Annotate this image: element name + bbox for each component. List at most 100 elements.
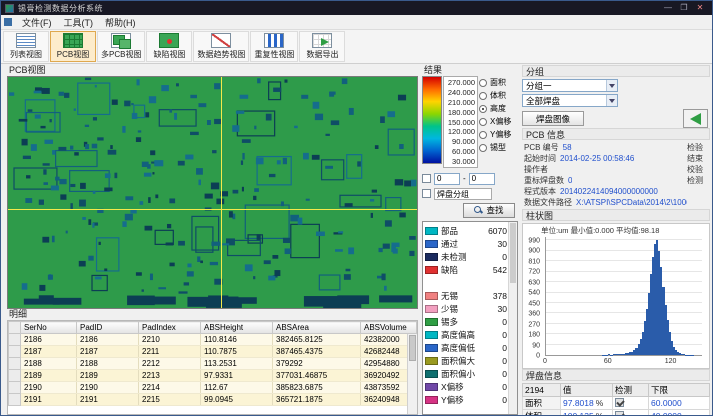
list-item[interactable]: X偏移 0 <box>425 380 507 393</box>
list-item[interactable]: 无锡 378 <box>425 289 507 302</box>
chevron-down-icon[interactable] <box>606 80 617 91</box>
list-item[interactable]: 部品 6070 <box>425 224 507 237</box>
toolbar: 列表视图 PCB视图 多PCB视图 缺陷视图 数据趋势视图 <box>1 30 712 64</box>
list-item[interactable]: 通过 30 <box>425 237 507 250</box>
table-row[interactable]: 2191 2191 2215 99.0945 365721.1875 36240… <box>9 394 417 406</box>
info-value: 0 <box>568 176 572 185</box>
metric-radio-option[interactable]: Y偏移 <box>479 129 518 140</box>
detail-scrollbar-thumb[interactable] <box>409 335 416 361</box>
multi-pcb-view-icon <box>111 33 131 48</box>
pad-filter-combo[interactable]: 全部焊盘 <box>522 94 618 107</box>
toolbar-button[interactable]: 数据导出 <box>299 31 345 62</box>
category-label: 部品 <box>441 225 458 237</box>
minimize-button[interactable]: — <box>660 2 676 14</box>
metric-radio-option[interactable]: 面积 <box>479 77 518 88</box>
detail-column-header[interactable]: ABSHeight <box>201 322 273 334</box>
counter-scrollbar[interactable] <box>508 222 517 414</box>
scale-value: 90.000 <box>446 137 475 146</box>
info-label: 重标焊盘数 <box>524 175 564 186</box>
toolbar-button[interactable]: 缺陷视图 <box>146 31 192 62</box>
list-item[interactable]: 高度偏低 0 <box>425 341 507 354</box>
table-row[interactable]: 2190 2190 2214 112.67 385823.6875 438735… <box>9 382 417 394</box>
detail-column-header[interactable]: ABSArea <box>273 322 361 334</box>
info-value: 2014022414094000000000 <box>560 187 658 196</box>
category-color-swatch <box>425 331 438 339</box>
row-selector[interactable] <box>9 382 21 394</box>
toolbar-button[interactable]: 列表视图 <box>3 31 49 62</box>
category-count: 30 <box>498 304 507 314</box>
toolbar-button[interactable]: 数据趋势视图 <box>193 31 249 62</box>
detail-column-header[interactable]: SerNo <box>21 322 77 334</box>
pad-info-col-limit: 下限 <box>649 384 710 397</box>
pad-metric-value: 100.135 <box>563 411 594 415</box>
toolbar-button[interactable]: PCB视图 <box>50 31 96 62</box>
metric-radio-option[interactable]: X偏移 <box>479 116 518 127</box>
metric-radio-option[interactable]: 体积 <box>479 90 518 101</box>
radio-icon[interactable] <box>479 144 487 152</box>
table-row[interactable]: 2188 2188 2212 113.2531 379292 42954880 <box>9 358 417 370</box>
radio-icon[interactable] <box>479 92 487 100</box>
radio-icon[interactable] <box>479 79 487 87</box>
pad-group-checkbox[interactable] <box>422 189 431 198</box>
list-item[interactable]: 未检测 0 <box>425 250 507 263</box>
metric-radio-option[interactable]: 锡型 <box>479 142 518 153</box>
group-combo-value: 分组一 <box>526 80 552 92</box>
pad-metric-name: 面积 <box>523 397 561 410</box>
pcb-canvas[interactable] <box>7 76 418 309</box>
metric-label: X偏移 <box>490 116 511 127</box>
category-label: 面积偏大 <box>441 355 475 367</box>
detail-column-header[interactable]: ABSVolume <box>361 322 417 334</box>
table-row[interactable]: 2186 2186 2210 110.8146 382465.8125 4238… <box>9 334 417 346</box>
list-item[interactable] <box>425 276 507 289</box>
category-label: 高度偏低 <box>441 342 475 354</box>
detail-column-header[interactable]: PadIndex <box>139 322 201 334</box>
metric-radio-option[interactable]: 高度 <box>479 103 518 114</box>
pad-image-button[interactable]: 焊盘图像 <box>522 111 584 126</box>
previous-pad-button[interactable] <box>683 109 708 128</box>
arrow-left-icon <box>690 113 701 125</box>
pad-check-checkbox[interactable] <box>615 411 624 416</box>
row-selector[interactable] <box>9 370 21 382</box>
list-item[interactable]: 缺陷 542 <box>425 263 507 276</box>
cell-absheight: 112.67 <box>201 382 273 394</box>
find-button[interactable]: 查找 <box>463 203 515 218</box>
list-item[interactable]: 面积偏大 0 <box>425 354 507 367</box>
menu-item[interactable]: 工具(T) <box>58 15 100 30</box>
detail-column-header[interactable]: PadID <box>77 322 139 334</box>
cell-padindex: 2210 <box>139 334 201 346</box>
row-selector[interactable] <box>9 334 21 346</box>
chevron-down-icon[interactable] <box>606 95 617 106</box>
detail-table: SerNoPadIDPadIndexABSHeightABSAreaABSVol… <box>7 320 418 415</box>
list-item[interactable]: 面积偏小 0 <box>425 367 507 380</box>
list-item[interactable]: 锡多 0 <box>425 315 507 328</box>
toolbar-button[interactable]: 重复性视图 <box>250 31 298 62</box>
cell-absarea: 379292 <box>273 358 361 370</box>
list-item[interactable]: 高度偏高 0 <box>425 328 507 341</box>
titlebar: 锡膏检测数据分析系统 — ❐ ✕ <box>1 1 712 15</box>
row-selector[interactable] <box>9 358 21 370</box>
row-selector[interactable] <box>9 346 21 358</box>
group-combo[interactable]: 分组一 <box>522 79 618 92</box>
counter-scrollbar-thumb[interactable] <box>510 223 516 283</box>
category-color-swatch <box>425 305 438 313</box>
radio-icon[interactable] <box>479 105 487 113</box>
menu-item[interactable]: 帮助(H) <box>99 15 142 30</box>
range-from-input[interactable] <box>434 173 460 185</box>
detail-scrollbar[interactable] <box>407 334 417 414</box>
row-selector[interactable] <box>9 394 21 406</box>
table-row[interactable]: 2187 2187 2211 110.7875 387465.4375 4268… <box>9 346 417 358</box>
toolbar-button[interactable]: 多PCB视图 <box>97 31 145 62</box>
radio-icon[interactable] <box>479 131 487 139</box>
close-button[interactable]: ✕ <box>692 2 708 14</box>
list-item[interactable]: 少锡 30 <box>425 302 507 315</box>
list-item[interactable]: Y偏移 0 <box>425 393 507 406</box>
pad-check-checkbox[interactable] <box>615 398 624 407</box>
menu-item[interactable]: 文件(F) <box>16 15 58 30</box>
info-label: PCB 编号 <box>524 142 559 153</box>
maximize-button[interactable]: ❐ <box>676 2 692 14</box>
radio-icon[interactable] <box>479 118 487 126</box>
range-checkbox[interactable] <box>422 174 431 183</box>
range-to-input[interactable] <box>469 173 495 185</box>
pcb-board-graphic <box>8 77 417 308</box>
table-row[interactable]: 2189 2189 2213 97.9331 377031.46875 3692… <box>9 370 417 382</box>
